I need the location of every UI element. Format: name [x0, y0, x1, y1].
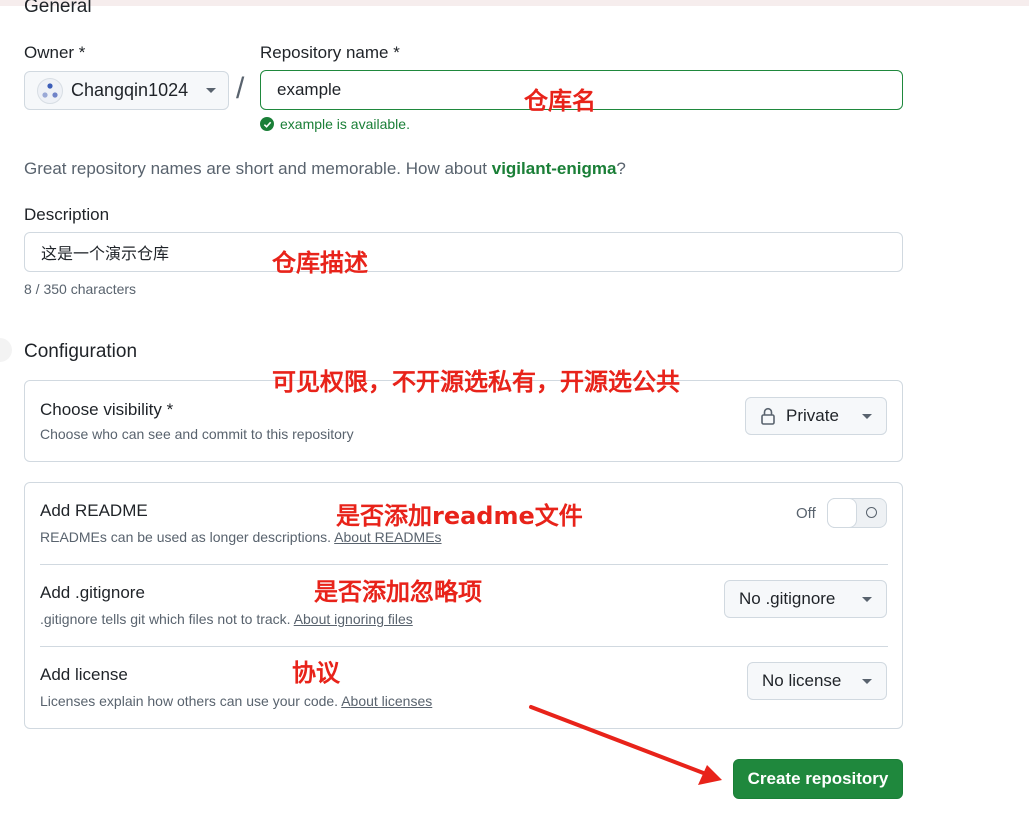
- red-arrow-annotation-icon: [529, 705, 722, 785]
